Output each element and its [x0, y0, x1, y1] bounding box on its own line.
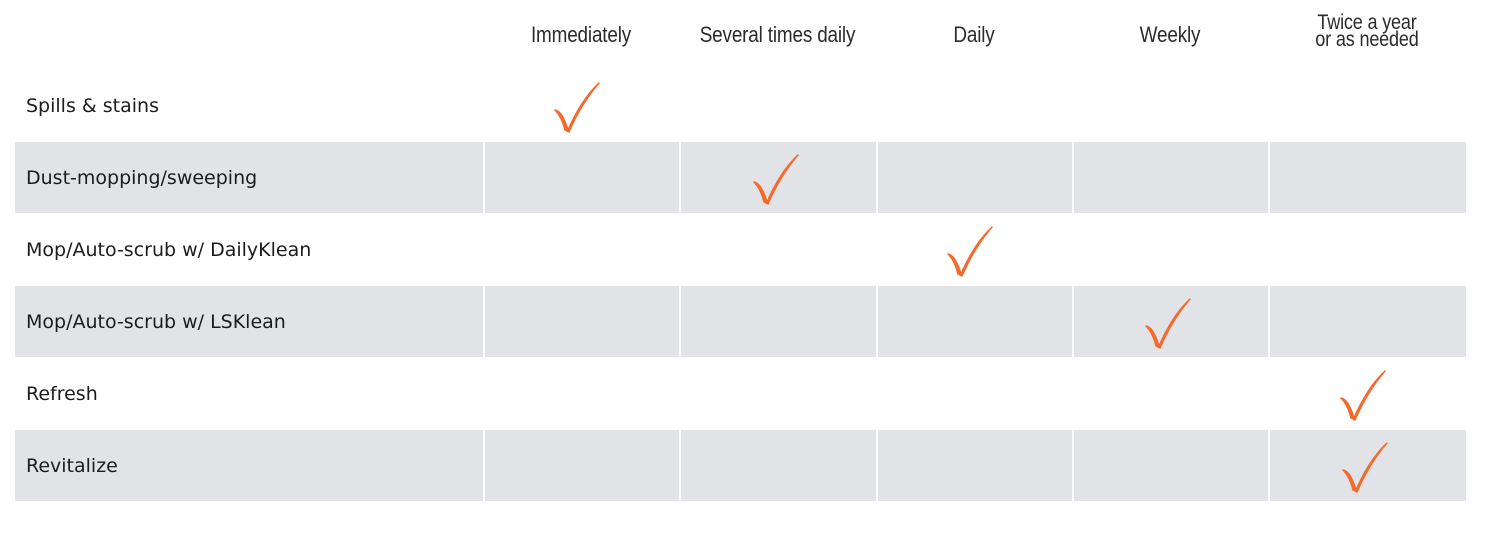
- column-header-several-times-daily: Several times daily: [699, 22, 856, 47]
- table-cell: [679, 70, 876, 141]
- table-cell: [876, 358, 1072, 429]
- table-cell: [1268, 358, 1466, 429]
- row-label: Mop/Auto-scrub w/ LSKlean: [26, 310, 286, 333]
- table-cell: [876, 214, 1072, 285]
- table-cell: [483, 142, 679, 213]
- column-header-weekly: Weekly: [1139, 22, 1201, 47]
- table-cell: [1072, 142, 1268, 213]
- table-cell: [1268, 142, 1466, 213]
- table-cell: [1268, 214, 1466, 285]
- table-cell: [483, 358, 679, 429]
- table-cell: [1072, 358, 1268, 429]
- table-row: Revitalize: [15, 430, 1466, 501]
- row-label: Spills & stains: [26, 94, 159, 117]
- checkmark-icon: [554, 82, 600, 133]
- table-cell: [1072, 214, 1268, 285]
- table-row: Mop/Auto-scrub w/ DailyKlean: [15, 214, 1466, 285]
- table-cell: [1072, 430, 1268, 501]
- row-label: Dust-mopping/sweeping: [26, 166, 258, 189]
- checkmark-icon: [1342, 442, 1388, 493]
- checkmark-icon: [1145, 298, 1191, 349]
- table-cell: [876, 142, 1072, 213]
- table-cell: [483, 214, 679, 285]
- column-header-immediately: Immediately: [530, 22, 632, 47]
- table-row: Refresh: [15, 358, 1466, 429]
- table-cell: [1268, 286, 1466, 357]
- row-label: Revitalize: [26, 454, 118, 477]
- column-header-daily: Daily: [953, 22, 995, 47]
- table-cell: [1268, 430, 1466, 501]
- table-cell: [1268, 70, 1466, 141]
- table-cell: [876, 430, 1072, 501]
- table-cell: [1072, 70, 1268, 141]
- table-cell: [679, 430, 876, 501]
- table-cell: [483, 70, 679, 141]
- checkmark-icon: [752, 154, 799, 205]
- checkmark-icon: [1340, 370, 1386, 421]
- table-cell: [876, 70, 1072, 141]
- table-cell: [679, 142, 876, 213]
- table-cell: [679, 286, 876, 357]
- table-cell: [1072, 286, 1268, 357]
- table-cell: [483, 286, 679, 357]
- row-label: Refresh: [26, 382, 98, 405]
- table-cell: [679, 358, 876, 429]
- table-row: Spills & stains: [15, 70, 1466, 141]
- checkmark-icon: [947, 226, 993, 277]
- table-cell: [483, 430, 679, 501]
- column-header-twice-a-year: Twice a year or as needed: [1282, 8, 1452, 54]
- column-header-line-2: or as needed: [1315, 28, 1419, 51]
- table-row: Mop/Auto-scrub w/ LSKlean: [15, 286, 1466, 357]
- table-row: Dust-mopping/sweeping: [15, 142, 1466, 213]
- table-cell: [679, 214, 876, 285]
- table-cell: [876, 286, 1072, 357]
- row-label: Mop/Auto-scrub w/ DailyKlean: [26, 238, 312, 261]
